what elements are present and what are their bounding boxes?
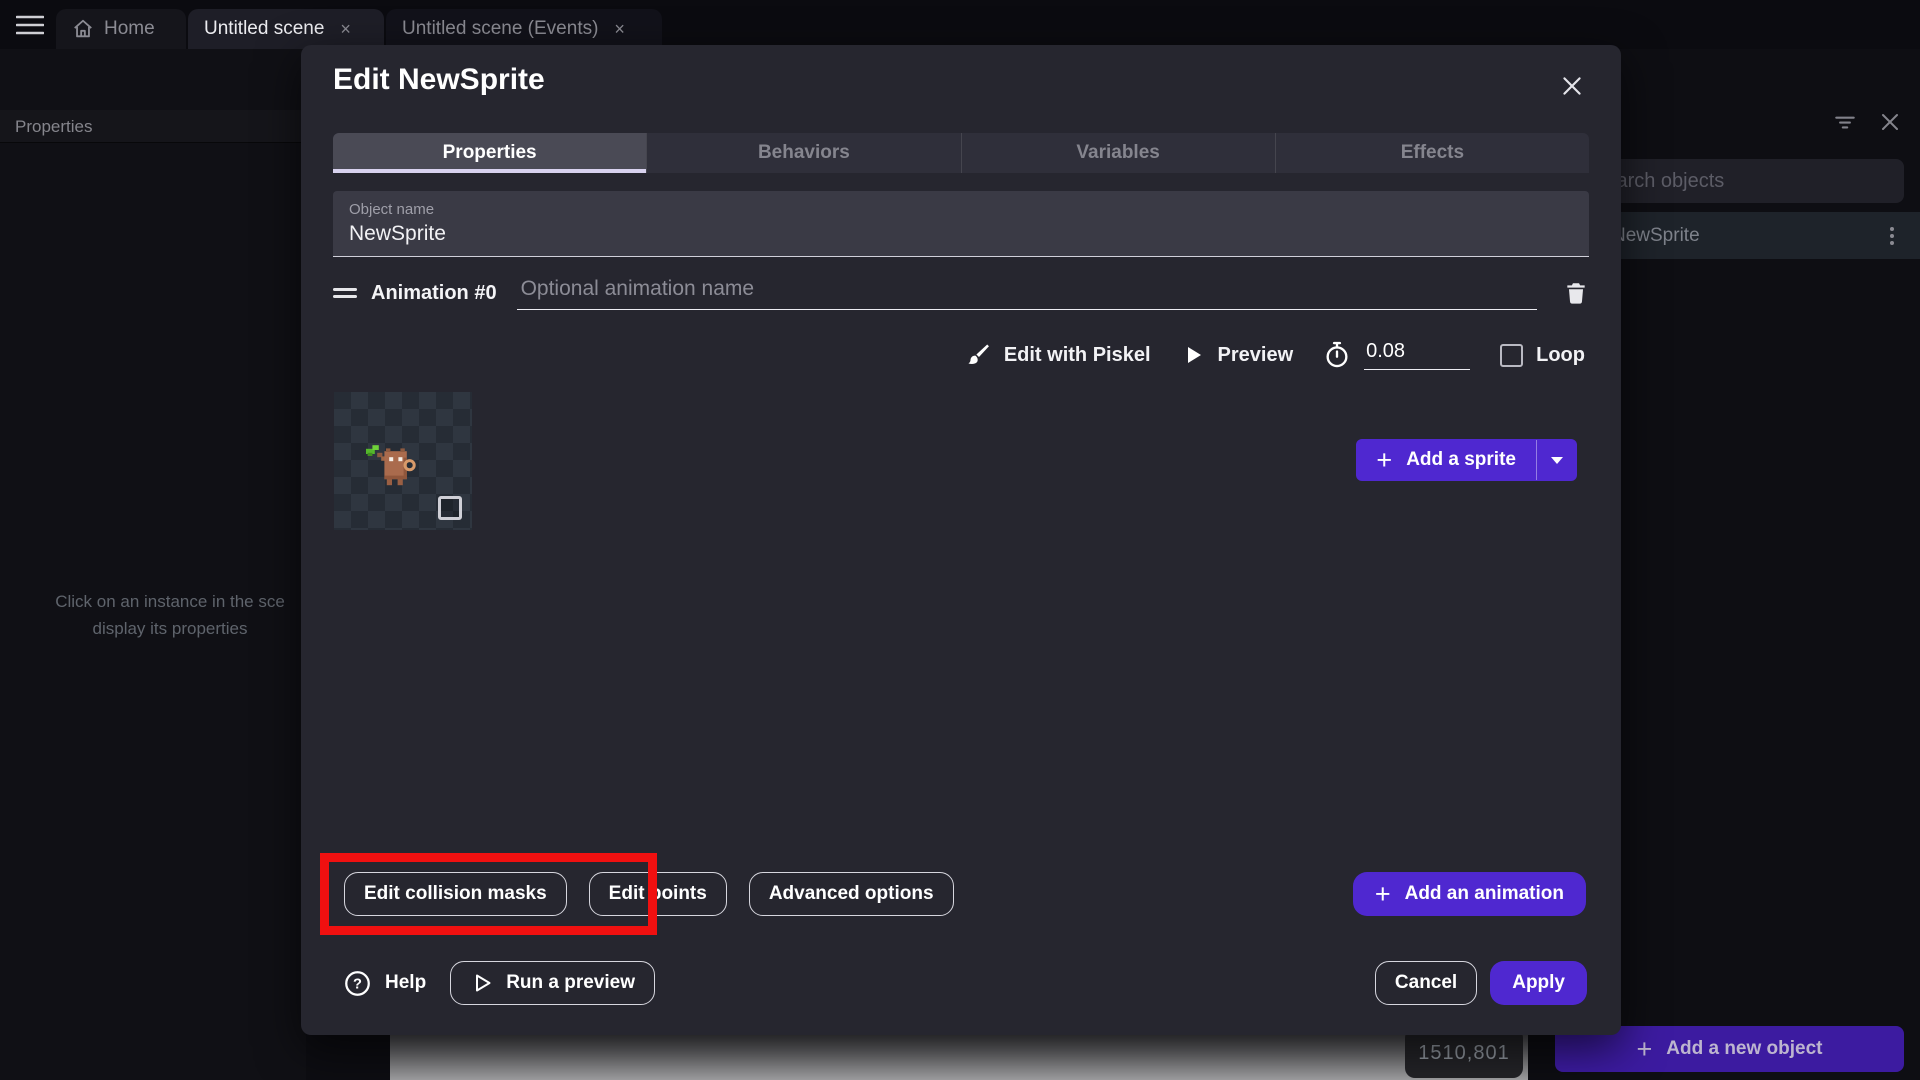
- tab-behaviors[interactable]: Behaviors: [646, 133, 960, 173]
- tab-label: Untitled scene: [204, 18, 325, 39]
- dialog-tab-bar: Properties Behaviors Variables Effects: [333, 133, 1589, 173]
- home-icon: [72, 18, 94, 40]
- properties-empty-message: Click on an instance in the sce display …: [0, 588, 340, 642]
- apply-button[interactable]: Apply: [1490, 961, 1587, 1005]
- loop-checkbox[interactable]: [1500, 343, 1524, 367]
- add-sprite-label: Add a sprite: [1406, 449, 1516, 470]
- tab-properties[interactable]: Properties: [333, 133, 647, 173]
- tab-home[interactable]: Home: [56, 9, 186, 49]
- tab-label: Untitled scene (Events): [402, 18, 599, 39]
- edit-with-piskel-button[interactable]: Edit with Piskel: [965, 342, 1151, 368]
- object-name-field-value: NewSprite: [349, 222, 446, 245]
- close-tab-icon[interactable]: ×: [614, 19, 625, 40]
- object-name-field[interactable]: Object name NewSprite: [333, 191, 1589, 257]
- tab-variables[interactable]: Variables: [960, 133, 1275, 173]
- tab-bar: Home Untitled scene × Untitled scene (Ev…: [0, 0, 1920, 49]
- sprite-thumbnail-image: [366, 445, 416, 486]
- object-name-field-label: Object name: [349, 201, 435, 218]
- time-between-frames-group: [1323, 340, 1471, 370]
- chevron-down-icon: [1551, 457, 1563, 464]
- kebab-menu-icon[interactable]: [1882, 224, 1902, 248]
- object-name-label: NewSprite: [1612, 224, 1700, 246]
- close-panel-icon[interactable]: [1878, 110, 1902, 134]
- sprite-frame-thumbnail[interactable]: [334, 392, 472, 530]
- edit-sprite-dialog: Edit NewSprite Properties Behaviors Vari…: [301, 45, 1621, 1035]
- dialog-footer: ? Help Run a preview Cancel Apply: [344, 961, 1587, 1005]
- loop-toggle-group: Loop: [1500, 343, 1585, 367]
- frame-select-checkbox[interactable]: [438, 496, 462, 520]
- add-sprite-button[interactable]: + Add a sprite: [1356, 439, 1536, 481]
- play-outline-icon: [470, 971, 494, 995]
- svg-text:?: ?: [353, 976, 362, 992]
- plus-icon: +: [1374, 878, 1391, 909]
- empty-message-line2: display its properties: [92, 619, 248, 638]
- delete-animation-trash-icon[interactable]: [1563, 280, 1589, 306]
- play-icon: [1181, 343, 1205, 367]
- add-animation-label: Add an animation: [1404, 883, 1564, 904]
- hamburger-menu-icon[interactable]: [16, 15, 44, 35]
- time-between-frames-input[interactable]: [1364, 340, 1471, 370]
- dialog-close-icon[interactable]: [1559, 73, 1585, 99]
- animation-row: Animation #0: [333, 273, 1589, 313]
- filter-icon[interactable]: [1832, 109, 1858, 135]
- add-new-object-label: Add a new object: [1666, 1038, 1823, 1059]
- plus-icon: +: [1636, 1033, 1653, 1064]
- help-button[interactable]: ? Help: [344, 970, 426, 997]
- add-sprite-dropdown-button[interactable]: [1537, 439, 1577, 481]
- loop-label: Loop: [1536, 343, 1585, 366]
- add-animation-button[interactable]: + Add an animation: [1352, 872, 1586, 916]
- add-sprite-split-button: + Add a sprite: [1356, 439, 1577, 481]
- properties-panel-header: Properties: [0, 110, 340, 143]
- stopwatch-icon: [1323, 341, 1351, 369]
- tab-effects[interactable]: Effects: [1274, 133, 1589, 173]
- search-objects-input[interactable]: [1576, 159, 1904, 203]
- animation-name-input[interactable]: [516, 276, 1537, 310]
- cursor-coordinates-badge: 1510,801: [1405, 1028, 1523, 1078]
- edit-tools-row: Edit collision masks Edit points Advance…: [344, 872, 954, 916]
- advanced-options-button[interactable]: Advanced options: [748, 872, 954, 916]
- help-label: Help: [385, 972, 427, 993]
- empty-message-line1: Click on an instance in the sce: [55, 592, 285, 611]
- run-preview-button[interactable]: Run a preview: [450, 961, 656, 1005]
- brush-icon: [965, 342, 991, 368]
- preview-button[interactable]: Preview: [1181, 343, 1294, 367]
- animation-label: Animation #0: [371, 281, 497, 304]
- cancel-button[interactable]: Cancel: [1374, 961, 1478, 1005]
- dialog-title: Edit NewSprite: [333, 63, 545, 96]
- plus-icon: +: [1376, 444, 1393, 475]
- edit-collision-masks-button[interactable]: Edit collision masks: [344, 872, 567, 916]
- animation-tools-row: Edit with Piskel Preview Loop: [901, 333, 1585, 377]
- properties-panel: Properties Click on an instance in the s…: [0, 49, 340, 1080]
- gdevelop-app: Home Untitled scene × Untitled scene (Ev…: [0, 0, 1920, 1080]
- tab-untitled-scene-events[interactable]: Untitled scene (Events) ×: [386, 9, 662, 49]
- tab-untitled-scene[interactable]: Untitled scene ×: [188, 9, 384, 49]
- close-tab-icon[interactable]: ×: [340, 19, 351, 40]
- drag-handle-icon[interactable]: [333, 284, 357, 302]
- help-circle-icon: ?: [344, 970, 371, 997]
- preview-label: Preview: [1217, 343, 1294, 366]
- run-preview-label: Run a preview: [506, 972, 636, 993]
- edit-with-piskel-label: Edit with Piskel: [1003, 343, 1151, 366]
- tab-home-label: Home: [104, 18, 155, 39]
- edit-points-button[interactable]: Edit points: [588, 872, 727, 916]
